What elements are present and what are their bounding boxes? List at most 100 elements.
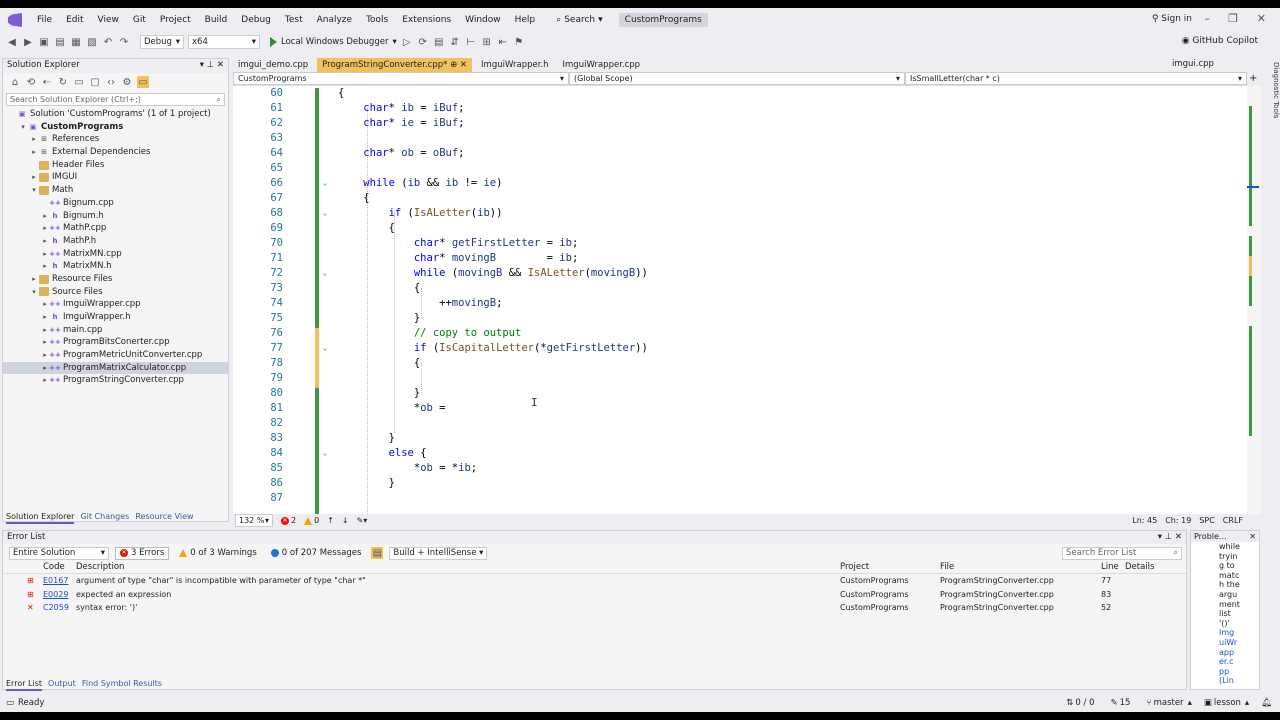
- tree-item[interactable]: ▣ Solution 'CustomPrograms' (1 of 1 proje…: [3, 108, 228, 121]
- menu-help[interactable]: Help: [508, 8, 543, 32]
- dropdown-icon[interactable]: ▾: [200, 60, 207, 70]
- code-line[interactable]: 69 {: [233, 221, 1247, 236]
- code-line[interactable]: 75 }: [233, 311, 1247, 326]
- collapsed-arrow-icon[interactable]: ▸: [40, 260, 50, 273]
- code-line[interactable]: 87: [233, 491, 1247, 506]
- properties-icon[interactable]: ⚙: [121, 76, 133, 88]
- editor-warnings-indicator[interactable]: 0: [304, 516, 319, 525]
- expanded-arrow-icon[interactable]: ▾: [29, 286, 39, 299]
- down-arrow-icon[interactable]: ↓: [342, 516, 349, 525]
- tab-find-symbol-results[interactable]: Find Symbol Results: [82, 679, 162, 691]
- filter-icon[interactable]: ▤: [371, 547, 384, 559]
- tree-item[interactable]: ▸ Resource Files: [3, 273, 228, 286]
- code-line[interactable]: 77 ⌄ if (IsCapitalLetter(*getFirstLetter)…: [233, 341, 1247, 356]
- show-all-icon[interactable]: ▢: [89, 76, 101, 88]
- tree-item[interactable]: ▸ ++ main.cpp: [3, 324, 228, 337]
- errors-filter-button[interactable]: ✕ 3 Errors: [115, 546, 170, 560]
- error-row[interactable]: ⊞ E0029 expected an expression CustomProgra…: [3, 588, 1186, 602]
- code-line[interactable]: 74 ++movingB;: [233, 296, 1247, 311]
- bookmark-icon[interactable]: ⚑: [513, 36, 525, 48]
- tree-item[interactable]: ▸ ++ ProgramMetricUnitConverter.cpp: [3, 349, 228, 362]
- collapsed-arrow-icon[interactable]: ▸: [40, 311, 50, 324]
- tree-item[interactable]: Header Files: [3, 159, 228, 172]
- column-project[interactable]: Project: [840, 562, 869, 572]
- tree-item[interactable]: ▸ h Bignum.h: [3, 210, 228, 223]
- zoom-select[interactable]: 132 % ▾: [235, 514, 273, 527]
- code-editor[interactable]: 60{61 char* ib = iBuf; 62 char* ie = iBuf…: [233, 86, 1247, 514]
- tree-item[interactable]: ▸ ++ ProgramStringConverter.cpp: [3, 374, 228, 387]
- column-code[interactable]: Code: [43, 562, 65, 572]
- column-line[interactable]: Line: [1101, 562, 1119, 572]
- global-scope-select[interactable]: (Global Scope) ▾: [569, 72, 905, 85]
- tab-error-list[interactable]: Error List: [6, 679, 43, 691]
- expanded-arrow-icon[interactable]: ▾: [18, 121, 28, 134]
- menu-analyze[interactable]: Analyze: [310, 8, 359, 32]
- code-line[interactable]: 60 {: [233, 86, 1247, 101]
- code-line[interactable]: 61 char* ib = iBuf;: [233, 101, 1247, 116]
- build-filter-select[interactable]: Build + IntelliSense ▾: [389, 546, 488, 560]
- github-copilot-button[interactable]: ◉ GitHub Copilot: [1182, 36, 1258, 46]
- char-indicator[interactable]: Ch: 19: [1165, 516, 1191, 525]
- error-list-search-input[interactable]: Search Error List ⌕: [1062, 546, 1182, 560]
- whitespace-indicator[interactable]: SPC: [1199, 516, 1215, 525]
- menu-view[interactable]: View: [91, 8, 126, 32]
- collapsed-arrow-icon[interactable]: ▸: [40, 210, 50, 223]
- line-ending-indicator[interactable]: CRLF: [1223, 516, 1243, 525]
- fold-toggle-icon[interactable]: ⌄: [321, 206, 329, 221]
- document-tab[interactable]: ImguiWrapper.cpp: [558, 58, 646, 72]
- code-line[interactable]: 64 char* ob = oBuf;: [233, 146, 1247, 161]
- open-folder-icon[interactable]: ▤: [54, 36, 66, 48]
- code-line[interactable]: 85 *ob = *ib;: [233, 461, 1247, 476]
- column-details[interactable]: Details: [1125, 562, 1154, 572]
- expanded-arrow-icon[interactable]: ▾: [29, 184, 39, 197]
- messages-filter-button[interactable]: 0 of 207 Messages: [267, 547, 366, 560]
- close-window-button[interactable]: ✕: [1257, 12, 1266, 25]
- code-line[interactable]: 86 }: [233, 476, 1247, 491]
- tree-item[interactable]: ▸ h MathP.h: [3, 235, 228, 248]
- preview-icon[interactable]: ▭: [137, 76, 149, 88]
- code-line[interactable]: 66 ⌄ while (ib && ib != ie): [233, 176, 1247, 191]
- toolbar-icon-4[interactable]: ⊞: [481, 36, 493, 48]
- tree-item[interactable]: ++ Bignum.cpp: [3, 197, 228, 210]
- menu-extensions[interactable]: Extensions: [395, 8, 458, 32]
- pending-changes-count[interactable]: 15: [1120, 698, 1131, 708]
- refresh-icon[interactable]: ↻: [57, 76, 69, 88]
- tree-item[interactable]: ▸ ++ MatrixMN.cpp: [3, 248, 228, 261]
- error-row[interactable]: ⊞ E0167 argument of type "char" is incompa…: [3, 574, 1186, 588]
- collapsed-arrow-icon[interactable]: ▸: [29, 171, 39, 184]
- column-description[interactable]: Description: [76, 562, 124, 572]
- code-line[interactable]: 63: [233, 131, 1247, 146]
- tab-imgui-cpp[interactable]: imgui.cpp: [1172, 59, 1214, 69]
- collapse-icon[interactable]: ▭: [73, 76, 85, 88]
- document-tab[interactable]: ProgramStringConverter.cpp* ⊕ ✕: [317, 58, 473, 72]
- project-scope-select[interactable]: CustomPrograms ▾: [233, 72, 569, 85]
- configuration-select[interactable]: Debug ▾: [140, 35, 184, 49]
- platform-select[interactable]: x64 ▾: [188, 35, 260, 49]
- brush-icon[interactable]: ✎▾: [357, 516, 368, 525]
- menu-tools[interactable]: Tools: [359, 8, 395, 32]
- tree-item[interactable]: ▾ ▣ CustomPrograms: [3, 121, 228, 134]
- tree-item[interactable]: ▸ h ImguiWrapper.h: [3, 311, 228, 324]
- back-icon[interactable]: ⇠: [41, 76, 53, 88]
- sync-icon[interactable]: ⟲: [25, 76, 37, 88]
- tab-resource-view[interactable]: Resource View: [135, 512, 193, 524]
- fold-toggle-icon[interactable]: ⌄: [321, 341, 329, 356]
- code-line[interactable]: 70 char* getFirstLetter = ib;: [233, 236, 1247, 251]
- scope-select[interactable]: Entire Solution ▾: [9, 546, 109, 560]
- tab-solution-explorer[interactable]: Solution Explorer: [6, 512, 75, 524]
- git-branch[interactable]: master: [1154, 698, 1184, 708]
- sign-in-button[interactable]: ⚲ Sign in: [1152, 14, 1192, 24]
- document-tab[interactable]: imgui_demo.cpp: [233, 58, 313, 72]
- code-line[interactable]: 73 {: [233, 281, 1247, 296]
- toolbar-icon-3[interactable]: ⊢: [465, 36, 477, 48]
- code-line[interactable]: 62 char* ie = iBuf;: [233, 116, 1247, 131]
- save-all-icon[interactable]: ▧: [86, 36, 98, 48]
- search-button[interactable]: ⌕ Search ▾: [548, 15, 611, 25]
- member-scope-select[interactable]: IsSmallLetter(char * c) ▾: [905, 72, 1247, 85]
- code-line[interactable]: 68 ⌄ if (IsALetter(ib)): [233, 206, 1247, 221]
- menu-project[interactable]: Project: [153, 8, 198, 32]
- pin-close-icon[interactable]: ⊕ ✕: [447, 60, 467, 70]
- column-file[interactable]: File: [940, 562, 954, 572]
- tree-item[interactable]: ▸ ++ ProgramMatrixCalculator.cpp: [3, 361, 228, 375]
- minimize-button[interactable]: –: [1205, 12, 1211, 25]
